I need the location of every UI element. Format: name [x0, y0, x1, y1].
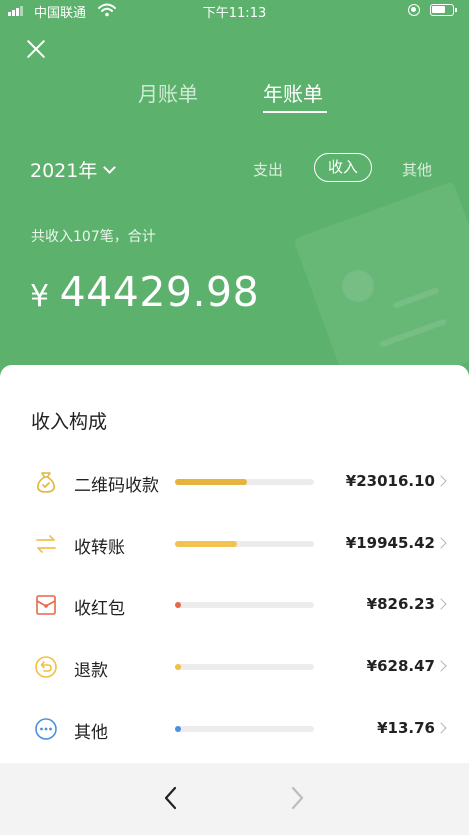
red-envelope-icon [36, 595, 56, 615]
money-bag-icon [37, 472, 55, 493]
total-amount: 44429.98 [59, 268, 260, 316]
row-amount: ¥826.23 [366, 595, 435, 613]
tab-yearly-bill[interactable]: 年账单 [263, 78, 323, 107]
progress-fill [175, 541, 237, 547]
progress-fill [175, 602, 181, 608]
breakdown-row-transfer[interactable]: 收转账 ¥19945.42 [0, 525, 469, 565]
more-icon [35, 718, 57, 740]
active-tab-indicator [263, 111, 327, 113]
orientation-lock-icon [408, 4, 420, 16]
income-breakdown-card: 收入构成 二维码收款 ¥23016.10 收转账 ¥19945.42 收红包 ¥… [0, 365, 469, 763]
income-summary-text: 共收入107笔，合计 [31, 229, 156, 245]
breakdown-row-refund[interactable]: 退款 ¥628.47 [0, 648, 469, 688]
income-total: ¥44429.98 [30, 268, 259, 316]
row-amount: ¥23016.10 [345, 472, 435, 490]
progress-track [175, 664, 314, 670]
progress-track [175, 726, 314, 732]
row-label: 其他 [74, 723, 108, 743]
chevron-right-icon [435, 660, 447, 672]
filter-expense[interactable]: 支出 [253, 159, 283, 180]
chevron-right-icon [435, 537, 447, 549]
row-label: 收红包 [74, 599, 125, 619]
chevron-right-icon [435, 598, 447, 610]
chevron-left-icon[interactable] [162, 785, 180, 811]
bottom-nav [0, 763, 469, 835]
year-selector[interactable]: 2021年 [30, 156, 117, 183]
progress-fill [175, 664, 181, 670]
chevron-right-icon [435, 722, 447, 734]
decorative-card [293, 181, 469, 380]
progress-fill [175, 479, 247, 485]
close-icon[interactable] [25, 38, 47, 60]
battery-icon [430, 4, 457, 16]
header-panel: 中国联通 下午11:13 月账单 年账单 2021年 支出 收入 其他 共收入1… [0, 0, 469, 380]
progress-track [175, 541, 314, 547]
transfer-icon [36, 535, 56, 553]
row-amount: ¥13.76 [377, 719, 435, 737]
breakdown-row-qr-code[interactable]: 二维码收款 ¥23016.10 [0, 463, 469, 503]
tab-monthly-bill[interactable]: 月账单 [138, 78, 198, 107]
year-label: 2021年 [30, 160, 98, 182]
decorative-circle [342, 270, 374, 302]
refund-icon [35, 656, 57, 678]
row-label: 二维码收款 [74, 476, 159, 496]
breakdown-row-other[interactable]: 其他 ¥13.76 [0, 710, 469, 750]
status-time: 下午11:13 [202, 6, 267, 21]
progress-track [175, 479, 314, 485]
filter-other[interactable]: 其他 [402, 159, 432, 180]
row-label: 退款 [74, 661, 108, 681]
filter-income[interactable]: 收入 [314, 153, 372, 182]
row-amount: ¥628.47 [366, 657, 435, 675]
row-label: 收转账 [74, 538, 125, 558]
breakdown-title: 收入构成 [31, 411, 108, 433]
status-bar: 中国联通 下午11:13 [0, 0, 469, 21]
chevron-right-icon[interactable] [288, 785, 306, 811]
progress-fill [175, 726, 181, 732]
row-amount: ¥19945.42 [345, 534, 435, 552]
chevron-down-icon [103, 160, 117, 174]
breakdown-row-red-envelope[interactable]: 收红包 ¥826.23 [0, 586, 469, 626]
currency-symbol: ¥ [30, 279, 50, 314]
progress-track [175, 602, 314, 608]
chevron-right-icon [435, 475, 447, 487]
